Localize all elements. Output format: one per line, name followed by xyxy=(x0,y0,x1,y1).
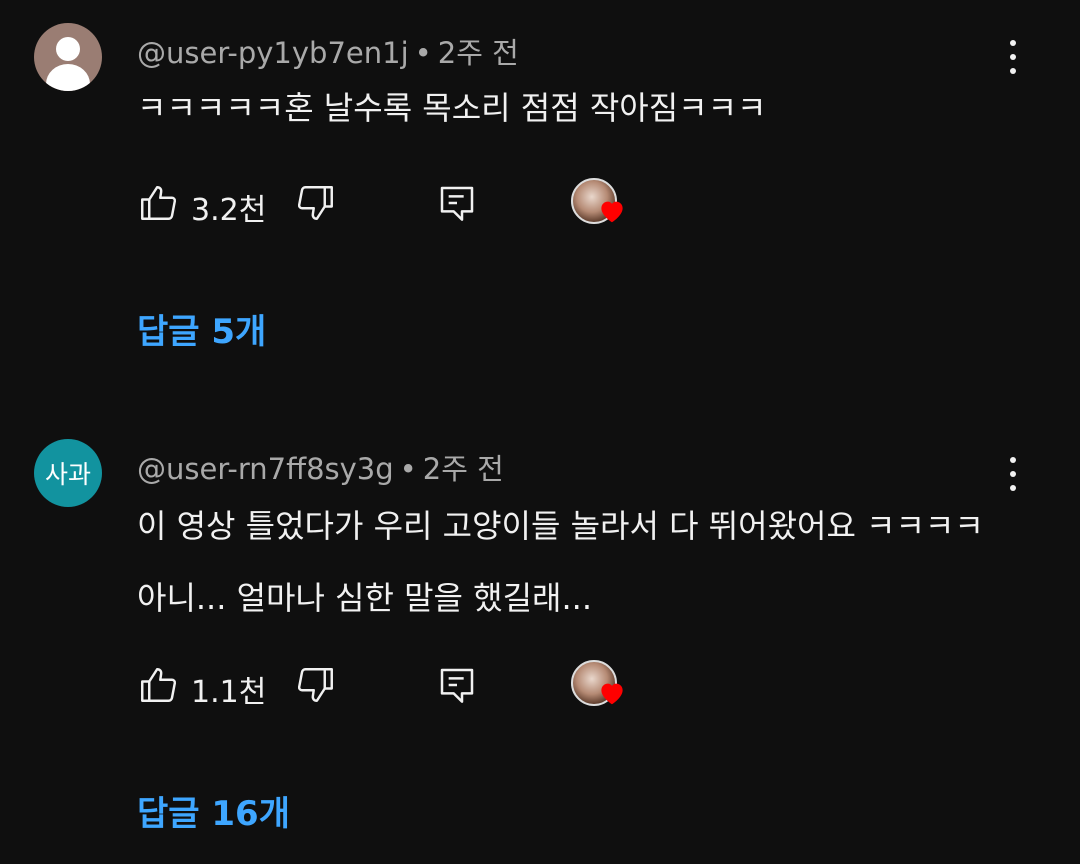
like-button[interactable] xyxy=(137,664,179,710)
comment-time: 2주 전 xyxy=(437,36,519,70)
comment-reply-icon xyxy=(440,668,474,703)
avatar[interactable]: 사과 xyxy=(34,439,102,507)
dislike-button[interactable] xyxy=(295,182,337,228)
thumbs-up-icon xyxy=(141,668,177,702)
author-name[interactable]: @user-py1yb7en1j xyxy=(137,36,409,70)
thumbs-down-icon xyxy=(297,186,333,220)
comment-time: 2주 전 xyxy=(422,452,504,486)
comment-meta: @user-rn7ff8sy3g • 2주 전 xyxy=(137,446,504,488)
reply-button[interactable] xyxy=(437,664,477,710)
reply-button[interactable] xyxy=(437,182,477,228)
comment-meta: @user-py1yb7en1j • 2주 전 xyxy=(137,30,519,72)
avatar[interactable] xyxy=(34,23,102,91)
thumbs-up-icon xyxy=(141,186,177,220)
thumbs-down-icon xyxy=(297,668,333,702)
creator-heart-badge xyxy=(571,178,631,228)
creator-heart-badge xyxy=(571,660,631,710)
heart-icon xyxy=(601,683,623,705)
heart-icon xyxy=(601,201,623,223)
like-count: 3.2천 xyxy=(191,193,267,228)
view-replies-button[interactable]: 답글 5개 xyxy=(137,304,266,353)
author-name[interactable]: @user-rn7ff8sy3g xyxy=(137,452,394,486)
comment-reply-icon xyxy=(440,186,474,221)
more-options-button[interactable] xyxy=(1000,455,1026,495)
like-button[interactable] xyxy=(137,182,179,228)
comment-text: 이 영상 틀었다가 우리 고양이들 놀라서 다 뛰어왔어요 ㅋㅋㅋㅋ 아니...… xyxy=(137,507,984,617)
comment-actions: 1.1천 xyxy=(137,660,657,710)
like-count: 1.1천 xyxy=(191,675,267,710)
comment-actions: 3.2천 xyxy=(137,178,657,228)
dislike-button[interactable] xyxy=(295,664,337,710)
meta-separator: • xyxy=(414,36,432,70)
view-replies-button[interactable]: 답글 16개 xyxy=(137,786,290,835)
meta-separator: • xyxy=(399,452,417,486)
comment-text: ㅋㅋㅋㅋㅋ혼 날수록 목소리 점점 작아짐ㅋㅋㅋ xyxy=(137,89,767,127)
